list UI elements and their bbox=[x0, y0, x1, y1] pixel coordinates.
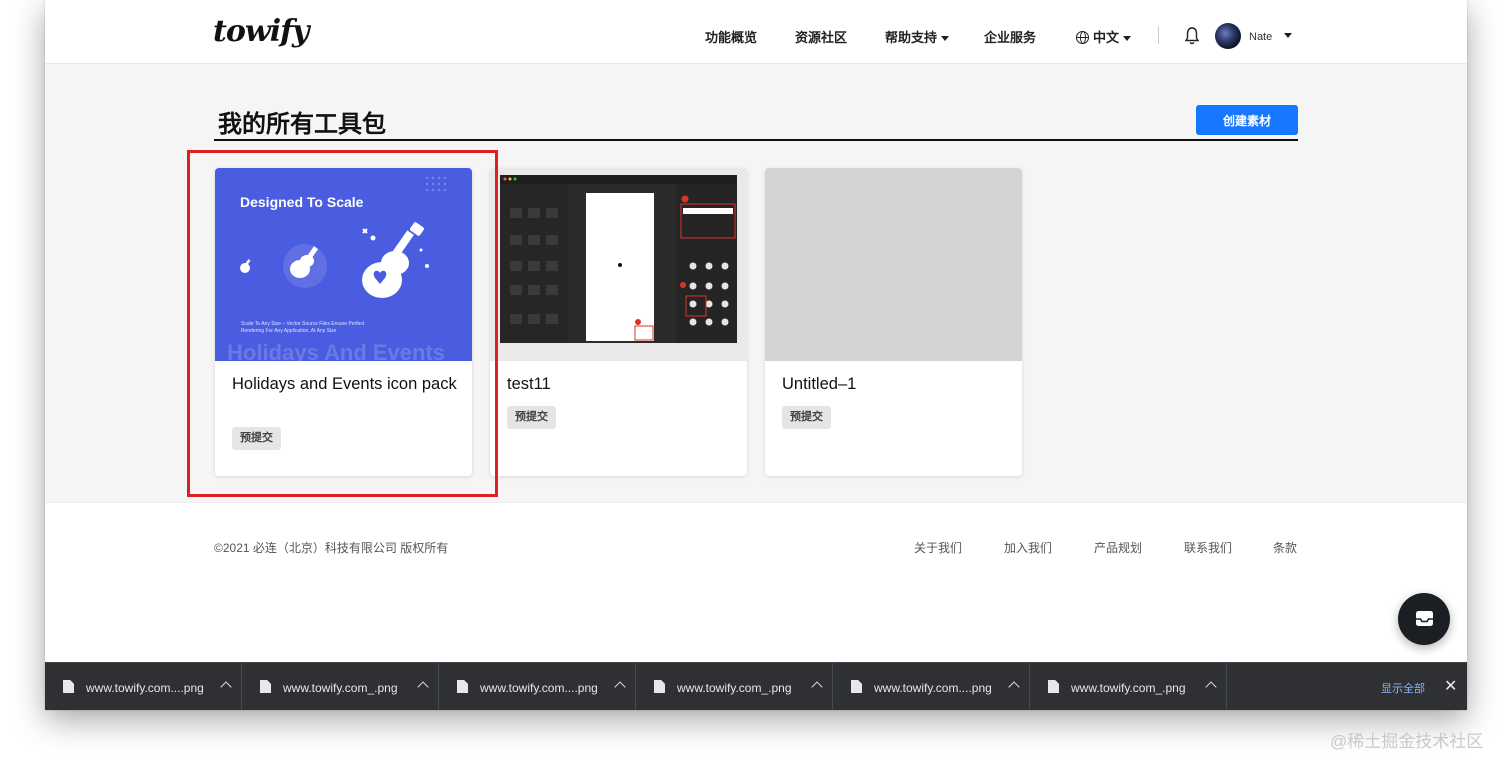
card-title[interactable]: Untitled–1 bbox=[782, 374, 1007, 395]
chevron-down-icon bbox=[1123, 36, 1132, 42]
download-shelf: www.towify.com....png www.towify.com_.pn… bbox=[45, 662, 1467, 710]
globe-icon bbox=[1076, 31, 1089, 44]
chevron-up-icon[interactable] bbox=[220, 681, 232, 693]
chevron-up-icon[interactable] bbox=[811, 681, 823, 693]
download-filename: www.towify.com....png bbox=[480, 681, 598, 695]
page-title: 我的所有工具包 bbox=[218, 111, 386, 138]
chevron-down-icon[interactable] bbox=[1284, 33, 1292, 38]
site-watermark: @稀土掘金技术社区 bbox=[1330, 732, 1484, 751]
chevron-up-icon[interactable] bbox=[614, 681, 626, 693]
nav-features[interactable]: 功能概览 bbox=[705, 27, 757, 46]
download-filename: www.towify.com....png bbox=[86, 681, 204, 695]
avatar[interactable] bbox=[1215, 23, 1241, 49]
create-asset-button[interactable]: 创建素材 bbox=[1196, 105, 1298, 135]
chevron-down-icon bbox=[941, 36, 950, 42]
nav-enterprise[interactable]: 企业服务 bbox=[984, 27, 1036, 46]
top-nav: towify 功能概览 资源社区 帮助支持 企业服务 中文 Nate bbox=[45, 0, 1467, 64]
footer-link-contact[interactable]: 联系我们 bbox=[1184, 539, 1232, 556]
card-thumbnail bbox=[490, 168, 747, 361]
download-filename: www.towify.com_.png bbox=[677, 681, 792, 695]
footer-link-terms[interactable]: 条款 bbox=[1273, 539, 1297, 556]
language-label: 中文 bbox=[1093, 30, 1120, 45]
logo[interactable]: towify bbox=[213, 14, 309, 49]
copyright-text: ©2021 必连（北京）科技有限公司 版权所有 bbox=[214, 541, 449, 555]
file-icon bbox=[63, 680, 74, 693]
inbox-icon bbox=[1416, 611, 1433, 626]
download-item[interactable]: www.towify.com....png bbox=[833, 663, 1030, 710]
toolkit-card[interactable]: test11 预提交 bbox=[490, 168, 747, 476]
download-filename: www.towify.com_.png bbox=[283, 681, 398, 695]
footer-link-about[interactable]: 关于我们 bbox=[914, 539, 962, 556]
nav-community[interactable]: 资源社区 bbox=[795, 27, 847, 46]
status-badge: 预提交 bbox=[507, 406, 556, 429]
file-icon bbox=[851, 680, 862, 693]
footer: ©2021 必连（北京）科技有限公司 版权所有 关于我们 加入我们 产品规划 联… bbox=[45, 502, 1467, 662]
highlight-annotation bbox=[187, 150, 498, 497]
download-item[interactable]: www.towify.com....png bbox=[45, 663, 242, 710]
card-thumbnail-placeholder bbox=[765, 168, 1022, 361]
download-item[interactable]: www.towify.com_.png bbox=[242, 663, 439, 710]
card-title[interactable]: test11 bbox=[507, 374, 732, 395]
user-name[interactable]: Nate bbox=[1249, 31, 1272, 43]
browser-window: towify 功能概览 资源社区 帮助支持 企业服务 中文 Nate 我的所有工… bbox=[45, 0, 1467, 710]
bell-icon[interactable] bbox=[1184, 26, 1200, 46]
close-icon[interactable]: ✕ bbox=[1444, 676, 1457, 696]
chevron-up-icon[interactable] bbox=[1205, 681, 1217, 693]
chevron-up-icon[interactable] bbox=[417, 681, 429, 693]
show-all-downloads-link[interactable]: 显示全部 bbox=[1381, 680, 1425, 696]
status-badge: 预提交 bbox=[782, 406, 831, 429]
file-icon bbox=[457, 680, 468, 693]
language-selector[interactable]: 中文 bbox=[1076, 27, 1132, 46]
nav-divider bbox=[1158, 26, 1159, 44]
download-filename: www.towify.com....png bbox=[874, 681, 992, 695]
file-icon bbox=[1048, 680, 1059, 693]
download-item[interactable]: www.towify.com_.png bbox=[1030, 663, 1227, 710]
download-item[interactable]: www.towify.com....png bbox=[439, 663, 636, 710]
footer-link-roadmap[interactable]: 产品规划 bbox=[1094, 539, 1142, 556]
chat-button[interactable] bbox=[1398, 593, 1450, 645]
footer-link-join[interactable]: 加入我们 bbox=[1004, 539, 1052, 556]
download-filename: www.towify.com_.png bbox=[1071, 681, 1186, 695]
file-icon bbox=[260, 680, 271, 693]
download-item[interactable]: www.towify.com_.png bbox=[636, 663, 833, 710]
nav-help[interactable]: 帮助支持 bbox=[885, 27, 950, 46]
toolkit-card[interactable]: Untitled–1 预提交 bbox=[765, 168, 1022, 476]
title-underline bbox=[214, 139, 1298, 141]
nav-help-label: 帮助支持 bbox=[885, 30, 938, 45]
file-icon bbox=[654, 680, 665, 693]
editor-screenshot-image bbox=[500, 175, 737, 343]
chevron-up-icon[interactable] bbox=[1008, 681, 1020, 693]
